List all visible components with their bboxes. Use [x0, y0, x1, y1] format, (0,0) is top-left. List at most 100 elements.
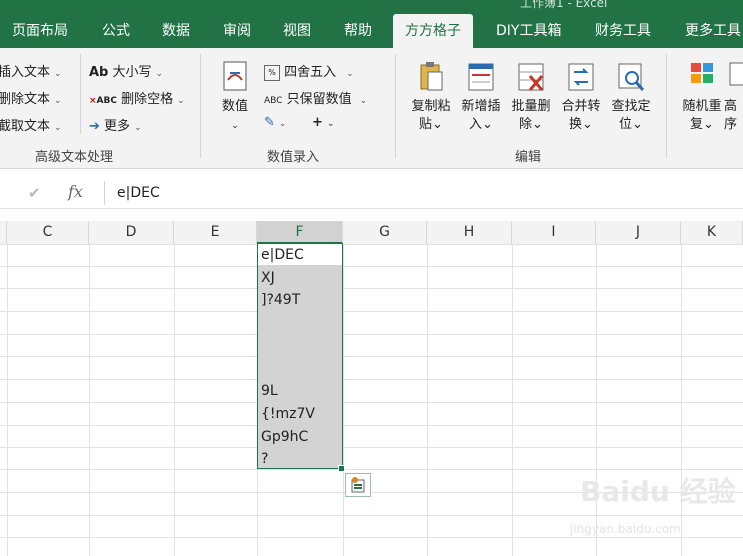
cell-f1[interactable]: e|DEC	[261, 244, 304, 266]
pencil-icon: ✎	[264, 115, 275, 130]
quick-analysis-button[interactable]	[345, 473, 371, 497]
cell-f6[interactable]: 9L	[261, 380, 278, 402]
window-title: 工作簿1 - Excel	[520, 0, 608, 10]
insert-new-button[interactable]: 新增插 入⌄	[455, 60, 507, 134]
copy-paste-button[interactable]: 复制粘 贴⌄	[405, 60, 457, 134]
edit-group-label: 编辑	[515, 150, 542, 165]
column-header-d[interactable]: D	[89, 221, 174, 244]
watermark-url: jingyan.baidu.com	[570, 522, 681, 536]
advanced-sort-line1: 高	[724, 99, 738, 114]
column-header-h[interactable]: H	[427, 221, 512, 244]
column-header-e[interactable]: E	[174, 221, 257, 244]
copy-paste-line2: 贴	[419, 117, 433, 132]
cell-f9[interactable]: ?	[261, 448, 268, 470]
column-header-k[interactable]: K	[681, 221, 743, 244]
check-icon[interactable]: ✔	[28, 184, 41, 202]
tab-view[interactable]: 视图	[283, 14, 311, 48]
tab-diy-toolbox[interactable]: DIY工具箱	[496, 14, 561, 48]
random-icon	[691, 63, 713, 83]
row-gridline	[0, 356, 743, 357]
remove-spaces-label: 删除空格	[121, 92, 174, 107]
column-header-c[interactable]: C	[7, 221, 89, 244]
column-header-f[interactable]: F	[257, 221, 343, 244]
tab-more-tools[interactable]: 更多工具	[685, 14, 741, 48]
row-gridline	[0, 425, 743, 426]
tab-fangfangezi[interactable]: 方方格子	[393, 14, 473, 48]
cell-f8[interactable]: Gp9hC	[261, 426, 308, 448]
find-icon	[618, 63, 645, 91]
tab-review[interactable]: 审阅	[223, 14, 251, 48]
find-locate-button[interactable]: 查找定 位⌄	[605, 60, 657, 134]
delete-text-label: 删除文本	[0, 92, 51, 107]
chevron-down-icon: ⌄	[134, 123, 142, 133]
tab-page-layout[interactable]: 页面布局	[12, 14, 68, 48]
cell-f3[interactable]: ]?49T	[261, 289, 300, 311]
insert-text-label: 插入文本	[0, 65, 51, 80]
batch-delete-line2: 除	[519, 117, 533, 132]
baidu-watermark: Baidu 经验 jingyan.baidu.com	[570, 470, 740, 550]
merge-convert-line2: 换	[569, 117, 583, 132]
formula-input[interactable]: e|DEC	[104, 181, 743, 205]
column-gridline	[512, 244, 513, 556]
formula-bar: ✔ fx e|DEC	[0, 178, 743, 209]
cell-f7[interactable]: {!mz7V	[261, 403, 315, 425]
chevron-down-icon: ⌄	[359, 96, 368, 106]
insert-text-button[interactable]: 插入文本 ⌄	[0, 61, 62, 80]
row-gridline	[0, 402, 743, 403]
chevron-down-icon: ⌄	[54, 123, 62, 133]
number-group-label: 数值录入	[267, 150, 320, 165]
random-repeat-button[interactable]: 随机重 复⌄	[676, 60, 728, 134]
watermark-logo: Baidu 经验	[580, 475, 736, 508]
extract-text-button[interactable]: 截取文本 ⌄	[0, 115, 62, 134]
remove-spaces-button[interactable]: ×ABC 删除空格 ⌄	[89, 88, 185, 107]
advanced-sort-button[interactable]: 高 序	[724, 60, 743, 134]
row-gridline	[0, 379, 743, 380]
merge-convert-line1: 合并转	[561, 99, 601, 114]
merge-convert-button[interactable]: 合并转 换⌄	[555, 60, 607, 134]
more-text-button[interactable]: ➔ 更多 ⌄	[89, 115, 142, 134]
chevron-down-icon: ⌄	[703, 117, 714, 132]
find-locate-line2: 位	[619, 117, 633, 132]
group-separator	[200, 54, 201, 158]
row-gridline	[0, 447, 743, 448]
chevron-down-icon: ⌄	[155, 69, 164, 79]
chevron-down-icon: ⌄	[326, 119, 335, 129]
tab-help[interactable]: 帮助	[344, 14, 372, 48]
find-locate-line1: 查找定	[611, 99, 651, 114]
tab-formulas[interactable]: 公式	[102, 14, 130, 48]
function-icon[interactable]: fx	[68, 182, 83, 201]
column-header-i[interactable]: I	[512, 221, 596, 244]
keep-numbers-button[interactable]: ABC 只保留数值 ⌄	[264, 88, 367, 107]
value-button[interactable]: 数值 ⌄	[209, 60, 261, 135]
fill-handle[interactable]	[338, 465, 345, 472]
row-gridline	[0, 334, 743, 335]
column-gridline	[7, 244, 8, 556]
case-label: 大小写	[112, 65, 152, 80]
column-gridline	[343, 244, 344, 556]
tab-data[interactable]: 数据	[162, 14, 190, 48]
round-label: 四舍五入	[284, 65, 337, 80]
column-header-left-edge	[0, 221, 7, 244]
more-text-label: 更多	[104, 119, 131, 134]
column-header-g[interactable]: G	[343, 221, 427, 244]
column-header-j[interactable]: J	[596, 221, 681, 244]
merge-convert-icon	[568, 63, 594, 91]
batch-delete-button[interactable]: 批量删 除⌄	[505, 60, 557, 134]
clipboard-icon	[420, 62, 443, 91]
delete-text-button[interactable]: 删除文本 ⌄	[0, 88, 62, 107]
round-button[interactable]: % 四舍五入 ⌄	[264, 61, 354, 81]
case-button[interactable]: Ab 大小写 ⌄	[89, 61, 163, 80]
chevron-down-icon: ⌄	[231, 121, 239, 131]
case-icon: Ab	[89, 65, 109, 80]
chevron-down-icon: ⌄	[278, 119, 287, 129]
chevron-down-icon: ⌄	[532, 117, 543, 132]
edit-number-button[interactable]: ✎ ⌄	[264, 115, 286, 130]
copy-paste-line1: 复制粘	[411, 99, 451, 114]
insert-new-line1: 新增插	[461, 99, 501, 114]
chevron-down-icon: ⌄	[582, 117, 593, 132]
tab-finance-tools[interactable]: 财务工具	[595, 14, 651, 48]
add-button[interactable]: + ⌄	[312, 115, 334, 130]
group-separator	[395, 54, 396, 158]
chevron-down-icon: ⌄	[632, 117, 643, 132]
cell-f2[interactable]: XJ	[261, 267, 275, 289]
